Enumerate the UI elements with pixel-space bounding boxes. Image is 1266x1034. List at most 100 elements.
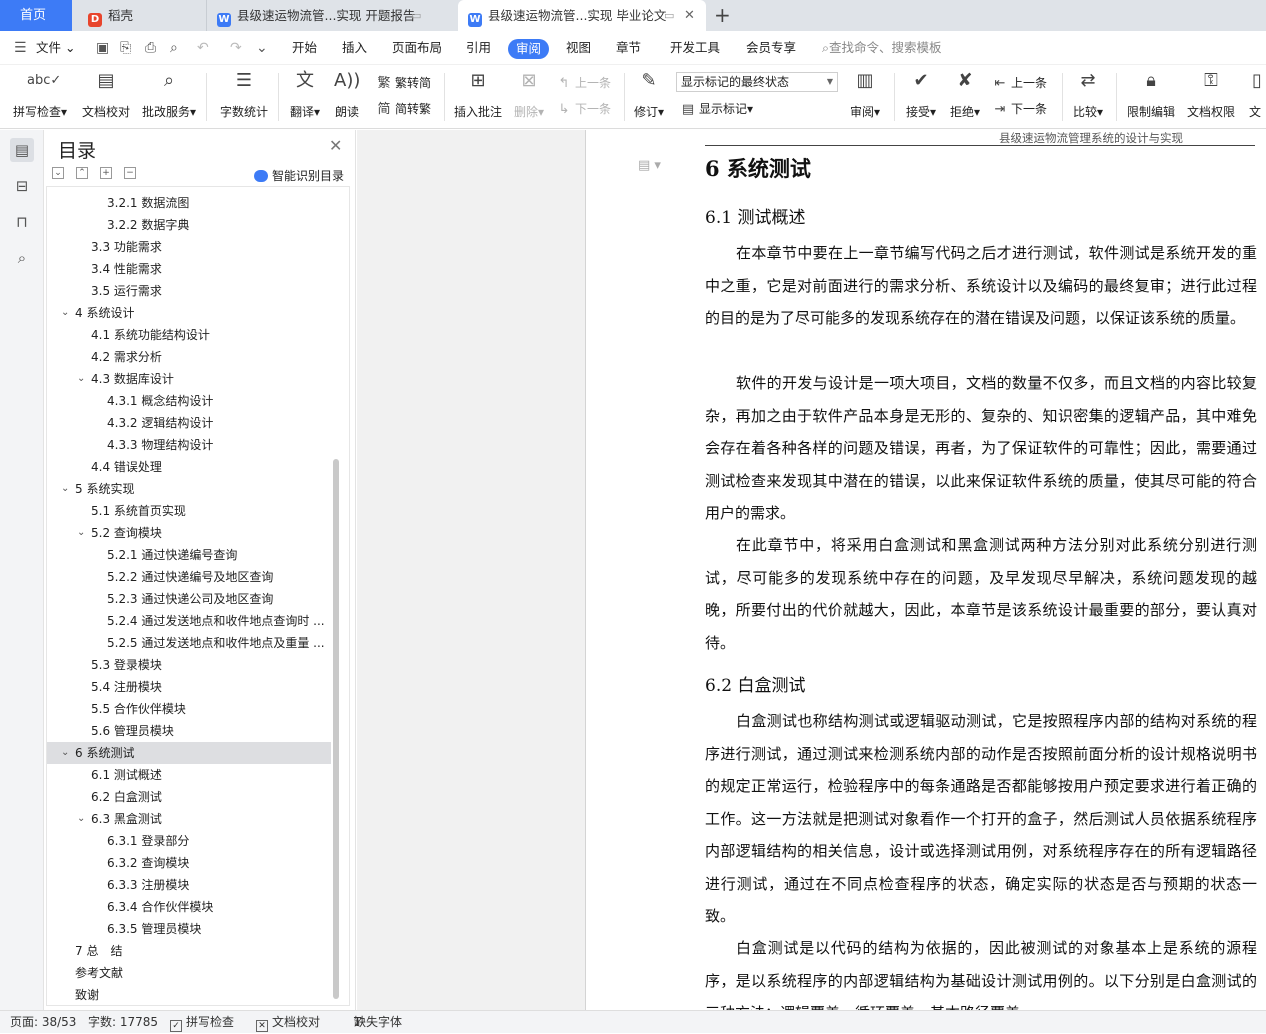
prev-comment-button[interactable]: ↰ 上一条 [556,73,611,93]
toc-item[interactable]: 6.3.3 注册模块 [47,874,331,896]
word-count-button[interactable]: ☰ 字数统计 [216,69,272,120]
menu-developer-tools[interactable]: 开发工具 [670,31,720,65]
chevron-down-icon[interactable]: ⌄ [77,808,85,830]
toc-item[interactable]: 7 总 结 [47,940,331,962]
toc-item[interactable]: 6.3.5 管理员模块 [47,918,331,940]
toc-item[interactable]: 6.3.1 登录部分 [47,830,331,852]
remove-heading-icon[interactable]: − [124,167,136,179]
menu-start[interactable]: 开始 [292,31,317,65]
tab-daoke[interactable]: D 稻壳 [78,0,200,31]
toc-item[interactable]: 3.3 功能需求 [47,236,331,258]
toc-item[interactable]: 3.5 运行需求 [47,280,331,302]
save-icon[interactable]: ▣ [96,31,109,65]
toc-item[interactable]: ⌄ 5 系统实现 [47,478,331,500]
menu-page-layout[interactable]: 页面布局 [392,31,442,65]
new-tab-button[interactable]: + [714,0,731,31]
revise-button[interactable]: ✎ 修订▾ [630,69,668,120]
read-aloud-button[interactable]: A)) 朗读 [330,69,364,120]
toc-item[interactable]: 5.2.4 通过发送地点和收件地点查询时 ... [47,610,331,632]
spell-check-button[interactable]: abc✓ 拼写检查▾ [10,69,70,120]
chevron-down-icon[interactable]: ⌄ [61,742,69,764]
insert-comment-button[interactable]: ⊞ 插入批注 [452,69,504,120]
toc-panel-icon[interactable]: ▤ [10,138,34,162]
chevron-down-icon[interactable]: ⌄ [77,368,85,390]
toc-item[interactable]: 5.5 合作伙伴模块 [47,698,331,720]
toc-scrollbar[interactable] [333,459,339,999]
reject-button[interactable]: ✘ 拒绝▾ [946,69,984,120]
accept-button[interactable]: ✔ 接受▾ [902,69,940,120]
show-markup-button[interactable]: ▤ 显示标记▾ [680,99,753,119]
next-comment-button[interactable]: ↳ 下一条 [556,99,611,119]
print-preview-icon[interactable]: ⌕ [170,31,178,65]
toc-item[interactable]: 4.1 系统功能结构设计 [47,324,331,346]
translate-button[interactable]: 文 翻译▾ [286,69,324,120]
export-icon[interactable]: ⎘ [120,31,131,65]
toc-item[interactable]: 4.4 错误处理 [47,456,331,478]
toc-item[interactable]: 参考文献 [47,962,331,984]
tab-home[interactable]: 首页 [0,0,72,31]
status-doc-proof[interactable]: ✕ 文档校对 [256,1011,320,1034]
toc-item[interactable]: 5.1 系统首页实现 [47,500,331,522]
redo-icon[interactable]: ↷ [230,31,242,65]
toc-item[interactable]: 6.1 测试概述 [47,764,331,786]
traditional-to-simplified-button[interactable]: 繁繁转简 [376,73,431,93]
toc-item[interactable]: 5.2.2 通过快递编号及地区查询 [47,566,331,588]
toc-item[interactable]: 3.4 性能需求 [47,258,331,280]
toc-item[interactable]: 3.2.2 数据字典 [47,214,331,236]
bookmark-icon[interactable]: ⊓ [10,210,34,234]
tab-monitor-icon[interactable]: ▭ [664,0,674,31]
toc-item[interactable]: 5.2.1 通过快递编号查询 [47,544,331,566]
toc-item[interactable]: 4.2 需求分析 [47,346,331,368]
more-ribbon-button[interactable]: ▯ 文 [1244,69,1266,120]
toc-item[interactable]: ⌄ 6.3 黑盒测试 [47,808,331,830]
chevron-down-icon[interactable]: ⌄ [61,478,69,500]
prev-revision-button[interactable]: ⇤ 上一条 [992,73,1047,93]
navigation-panel-icon[interactable]: ⊟ [10,174,34,198]
menu-view[interactable]: 视图 [566,31,591,65]
menu-chapter[interactable]: 章节 [616,31,641,65]
page-indicator[interactable]: 页面: 38/53 [10,1011,76,1034]
toc-item[interactable]: 致谢 [47,984,331,1005]
smart-toc-button[interactable]: 智能识别目录 [254,167,344,184]
toc-item[interactable]: 4.3.1 概念结构设计 [47,390,331,412]
toc-item[interactable]: 5.4 注册模块 [47,676,331,698]
toc-item[interactable]: ⌄ 6 系统测试 [47,742,331,764]
toc-item[interactable]: 6.3.2 查询模块 [47,852,331,874]
menu-insert[interactable]: 插入 [342,31,367,65]
correction-service-button[interactable]: ⌕ 批改服务▾ [140,69,198,120]
menu-reference[interactable]: 引用 [466,31,491,65]
toc-item[interactable]: ⌄ 4 系统设计 [47,302,331,324]
close-icon[interactable]: ✕ [329,136,342,155]
tab-close-icon[interactable]: ✕ [684,0,695,31]
compare-button[interactable]: ⇄ 比较▾ [1068,69,1108,120]
toc-item[interactable]: 5.3 登录模块 [47,654,331,676]
command-search[interactable]: ⌕查找命令、搜索模板 [822,31,942,65]
review-pane-button[interactable]: ▥ 审阅▾ [846,69,884,120]
simplified-to-traditional-button[interactable]: 简简转繁 [376,99,431,119]
toc-item[interactable]: 4.3.3 物理结构设计 [47,434,331,456]
toc-item[interactable]: 5.2.5 通过发送地点和收件地点及重量 ... [47,632,331,654]
toc-item[interactable]: ⌄ 5.2 查询模块 [47,522,331,544]
markup-state-select[interactable]: 显示标记的最终状态 ▼ [676,72,838,92]
toc-item[interactable]: 3.2.1 数据流图 [47,192,331,214]
toc-item[interactable]: 4.3.2 逻辑结构设计 [47,412,331,434]
menu-member[interactable]: 会员专享 [746,31,796,65]
paragraph-layout-icon[interactable]: ▤ ▾ [638,158,661,173]
expand-all-icon[interactable]: ⌃ [76,167,88,179]
file-menu[interactable]: 文件 ⌄ [36,31,75,65]
toc-item[interactable]: ⌄ 4.3 数据库设计 [47,368,331,390]
undo-icon[interactable]: ↶ [197,31,209,65]
menu-review[interactable]: 审阅 [508,39,550,59]
word-count-indicator[interactable]: 字数: 17785 [88,1011,158,1034]
chevron-down-icon[interactable]: ⌄ [77,522,85,544]
tab-monitor-icon[interactable]: ▭ [411,0,421,31]
status-spell-check[interactable]: ✓ 拼写检查 [170,1011,234,1034]
search-icon[interactable]: ⌕ [10,246,34,270]
toc-item[interactable]: 5.2.3 通过快递公司及地区查询 [47,588,331,610]
tab-thesis-doc[interactable]: W 县级速运物流管...实现 毕业论文 ▭ ✕ [458,0,706,31]
toc-item[interactable]: 6.3.4 合作伙伴模块 [47,896,331,918]
tab-proposal-doc[interactable]: W 县级速运物流管...实现 开题报告 ▭ [206,0,456,31]
collapse-all-icon[interactable]: ⌄ [52,167,64,179]
delete-comment-button[interactable]: ⊠ 删除▾ [510,69,548,120]
add-heading-icon[interactable]: + [100,167,112,179]
